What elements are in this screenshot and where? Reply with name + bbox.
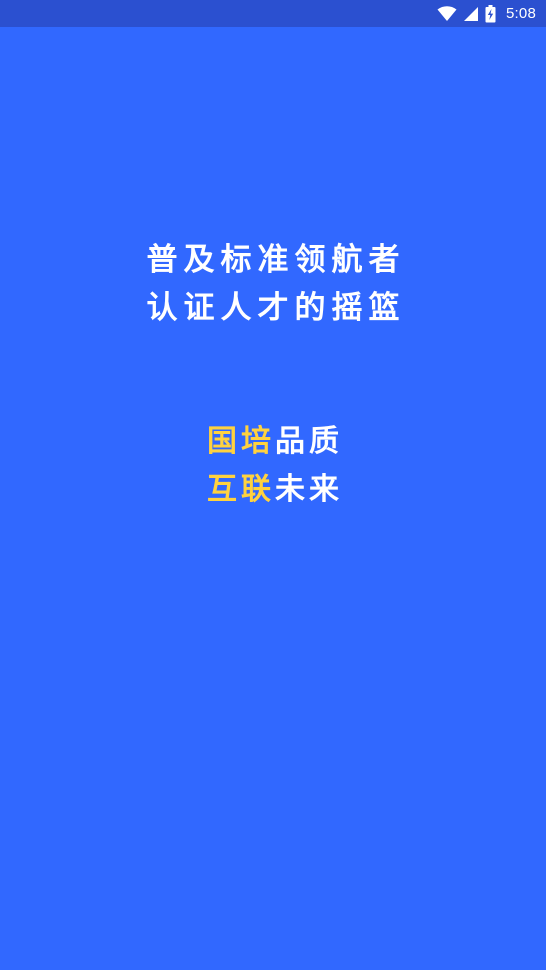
splash-screen: 5:08 普及标准领航者 认证人才的摇篮 国培品质 互联未来 <box>0 0 546 970</box>
status-time: 5:08 <box>506 5 536 22</box>
secondary-slogan-line-1-plain: 品质 <box>275 424 343 459</box>
secondary-slogan: 国培品质 互联未来 <box>0 418 546 514</box>
primary-slogan: 普及标准领航者 认证人才的摇篮 <box>0 236 546 332</box>
secondary-slogan-line-2: 互联未来 <box>0 466 546 514</box>
secondary-slogan-line-2-plain: 未来 <box>275 472 343 507</box>
secondary-slogan-line-1: 国培品质 <box>0 418 546 466</box>
status-icons: 5:08 <box>437 0 536 27</box>
primary-slogan-line-2: 认证人才的摇篮 <box>146 290 406 326</box>
secondary-slogan-line-2-accent: 互联 <box>207 472 275 507</box>
wifi-icon <box>437 5 457 22</box>
battery-charging-icon <box>485 4 496 23</box>
secondary-slogan-line-1-accent: 国培 <box>207 424 275 459</box>
status-bar: 5:08 <box>0 0 546 27</box>
cellular-signal-icon <box>463 6 479 22</box>
primary-slogan-line-1: 普及标准领航者 <box>146 242 406 278</box>
